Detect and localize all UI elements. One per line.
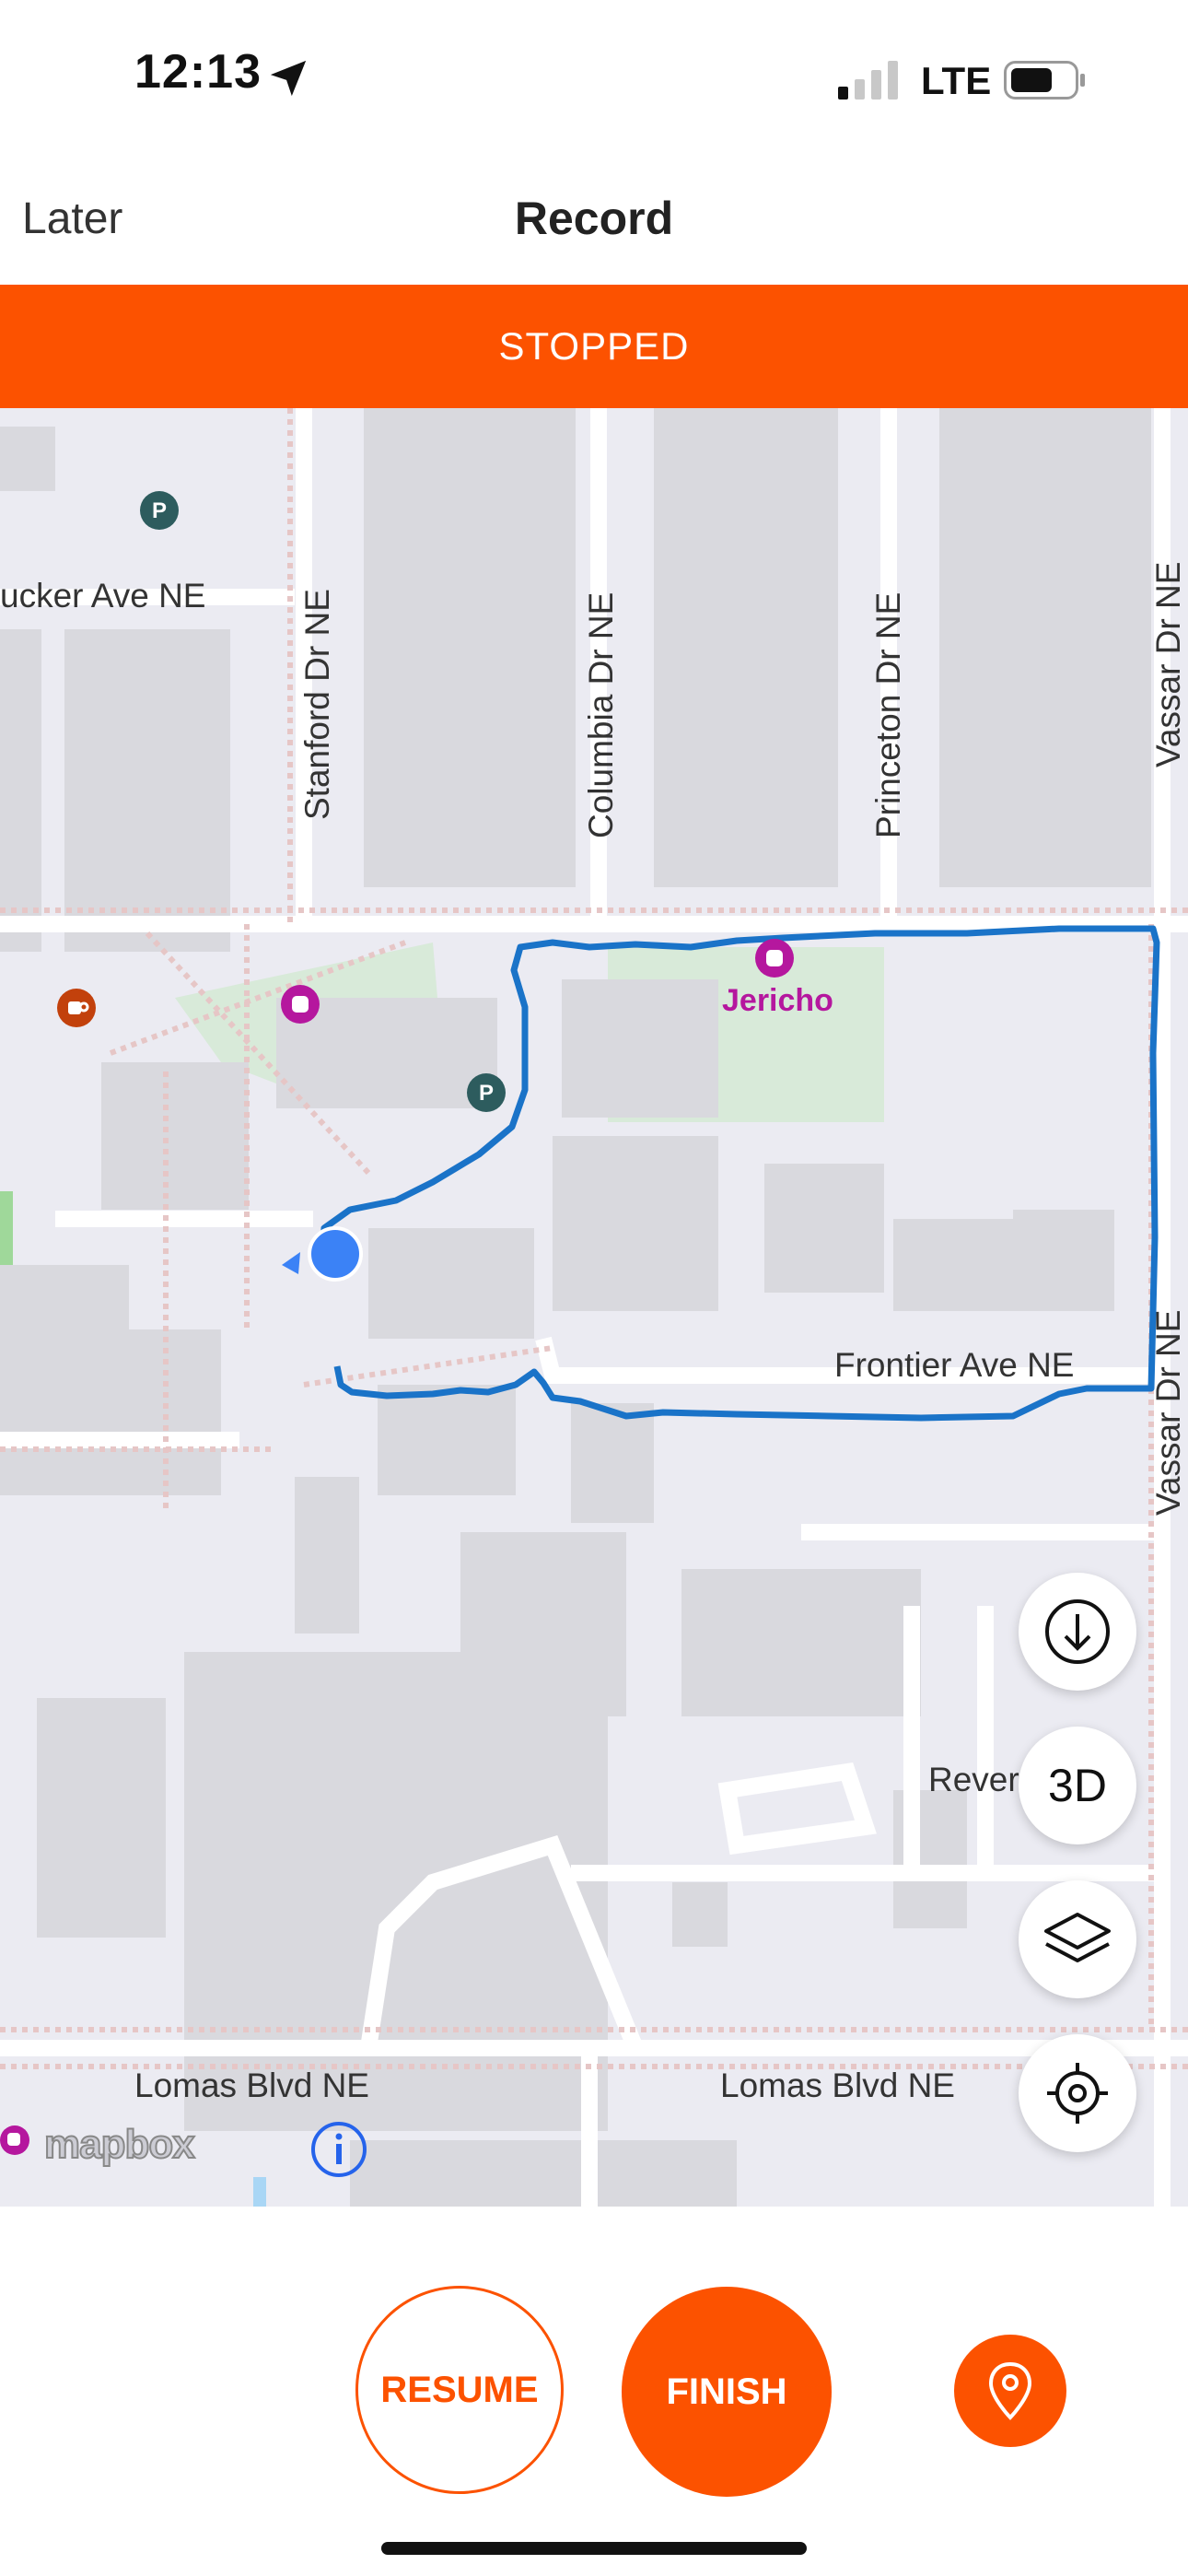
poi-label-jericho: Jericho [722, 983, 833, 1018]
street-label-vassar-top: Vassar Dr NE [1149, 561, 1187, 767]
cafe-icon [57, 989, 96, 1027]
add-pin-button[interactable] [954, 2335, 1066, 2447]
recenter-button[interactable] [1019, 2034, 1136, 2152]
page-title: Record [514, 193, 674, 244]
street-label-lomas-left: Lomas Blvd NE [134, 2067, 369, 2104]
svg-text:P: P [479, 1081, 494, 1106]
nav-bar: Later Record [0, 166, 1188, 284]
signal-icon [838, 61, 898, 100]
svg-text:P: P [152, 498, 167, 523]
mapbox-logo: mapbox [43, 2121, 196, 2168]
street-label-lomas-right: Lomas Blvd NE [720, 2067, 955, 2104]
status-time: 12:13 [134, 45, 262, 99]
parking-icon: P [140, 491, 179, 530]
3d-label: 3D [1048, 1760, 1107, 1811]
parking-icon: P [467, 1073, 506, 1112]
theater-icon [0, 2125, 29, 2155]
street-label-vassar-bottom: Vassar Dr NE [1149, 1309, 1187, 1516]
location-arrow-icon [270, 60, 307, 97]
resume-button[interactable]: RESUME [355, 2286, 564, 2494]
street-label-columbia: Columbia Dr NE [582, 591, 620, 838]
3d-toggle-button[interactable]: 3D [1019, 1727, 1136, 1844]
info-icon[interactable] [309, 2120, 368, 2179]
street-label-princeton: Princeton Dr NE [869, 591, 907, 838]
status-bar: 12:13 LTE [0, 0, 1188, 161]
download-icon [1045, 1599, 1110, 1664]
current-location-marker [282, 1226, 363, 1282]
street-label-stanford: Stanford Dr NE [298, 589, 336, 820]
theater-icon [755, 939, 794, 978]
map-view[interactable]: ucker Ave NE Stanford Dr NE Columbia Dr … [0, 408, 1188, 2207]
stopped-banner: STOPPED [0, 285, 1188, 408]
crosshair-icon [1047, 2063, 1108, 2124]
download-map-button[interactable] [1019, 1573, 1136, 1691]
street-label-tucker: ucker Ave NE [0, 577, 206, 615]
finish-button[interactable]: FINISH [622, 2287, 832, 2497]
home-indicator [381, 2542, 807, 2555]
theater-icon [281, 985, 320, 1024]
battery-icon [1004, 61, 1085, 100]
network-type: LTE [921, 59, 992, 102]
street-label-frontier: Frontier Ave NE [834, 1346, 1075, 1384]
layers-button[interactable] [1019, 1880, 1136, 1998]
map-pin-icon [988, 2361, 1032, 2420]
layers-icon [1044, 1913, 1111, 1962]
